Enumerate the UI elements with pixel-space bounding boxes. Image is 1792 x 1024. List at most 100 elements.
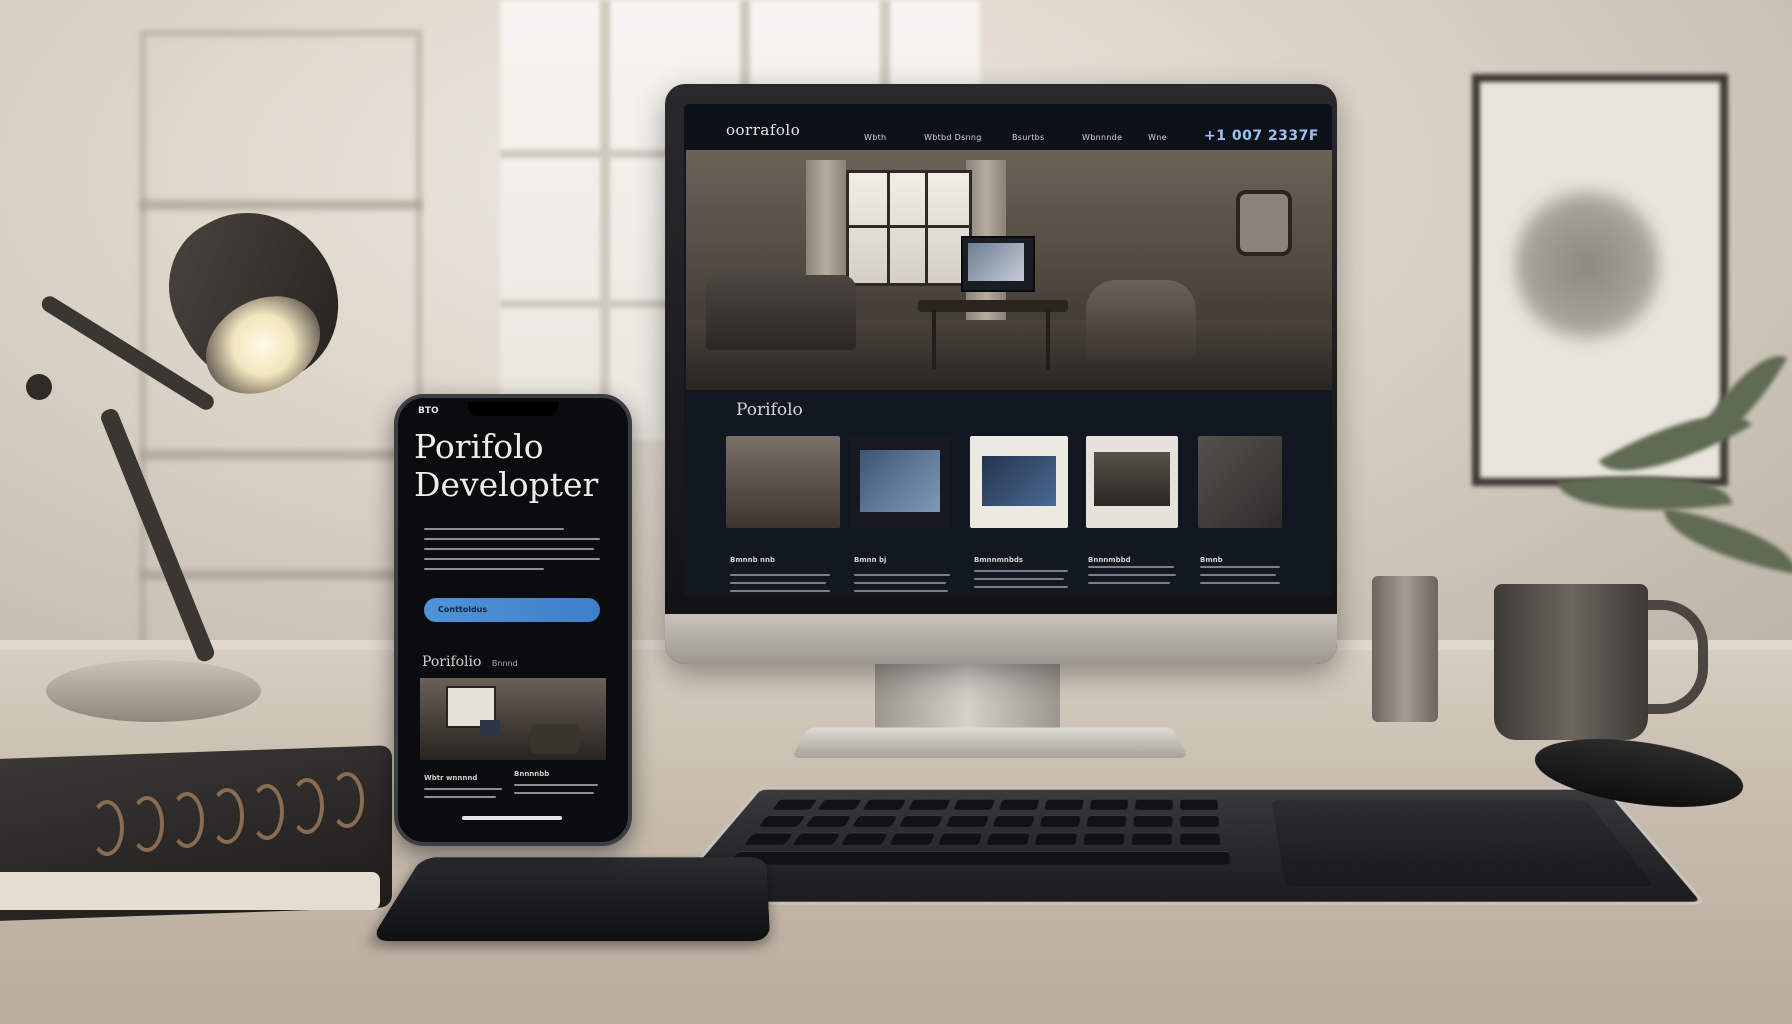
notebook-pages: [0, 872, 380, 910]
keyboard-key[interactable]: [1180, 815, 1220, 827]
thumb-screen: [860, 450, 940, 512]
keyboard-key[interactable]: [1089, 798, 1129, 810]
hero-mirror: [1236, 190, 1292, 256]
contact-button[interactable]: Conttoldus: [424, 598, 600, 622]
keyboard-key[interactable]: [840, 832, 888, 845]
lamp-base: [46, 660, 261, 722]
keyboard-key[interactable]: [937, 832, 983, 845]
phone-image-chair: [530, 724, 580, 754]
text-line: [514, 792, 594, 794]
website-nav-bar: oorrafolo Wbth Wbtbd Dsnng Bsurtbs Wbnnn…: [684, 104, 1332, 154]
text-line: [424, 788, 502, 790]
keyboard-key[interactable]: [992, 815, 1035, 827]
keyboard-key[interactable]: [1131, 832, 1173, 845]
text-line: [424, 568, 544, 570]
text-line: [1200, 582, 1280, 584]
nav-link[interactable]: Wne: [1148, 133, 1167, 142]
portfolio-thumb[interactable]: [850, 436, 950, 528]
keyboard-key[interactable]: [1083, 832, 1125, 845]
shelf-board: [140, 200, 422, 210]
text-line: [1088, 582, 1170, 584]
wall-art-image: [1512, 180, 1662, 350]
phone-status-time: BTO: [418, 406, 439, 416]
website-logo[interactable]: oorrafolo: [726, 121, 800, 139]
keyboard-key[interactable]: [758, 815, 806, 827]
keyboard-key[interactable]: [953, 798, 996, 810]
thumb-caption: Bmnb: [1200, 556, 1223, 564]
portfolio-thumb[interactable]: [1198, 436, 1282, 528]
nav-link[interactable]: Wbth: [864, 133, 886, 142]
text-line: [730, 574, 830, 576]
keyboard-key[interactable]: [945, 815, 990, 827]
phone-hero-title: Porifolo Developter: [414, 428, 624, 504]
text-line: [730, 582, 826, 584]
hero-sofa: [706, 275, 856, 350]
keyboard-key[interactable]: [772, 798, 818, 810]
nav-link[interactable]: Wbtbd Dsnng: [924, 133, 982, 142]
phone-portfolio-image[interactable]: [420, 678, 606, 760]
portfolio-thumb[interactable]: [726, 436, 840, 528]
text-line: [1200, 566, 1280, 568]
phone-image-laptop: [480, 720, 500, 736]
keyboard-key[interactable]: [1180, 798, 1218, 810]
monitor-chin: [665, 614, 1337, 664]
contact-button-label: Conttoldus: [438, 605, 488, 614]
thumb-screen: [1094, 452, 1170, 506]
nav-link[interactable]: Wbnnnde: [1082, 133, 1122, 142]
text-line: [854, 574, 950, 576]
keyboard-key[interactable]: [852, 815, 898, 827]
keyboard-key[interactable]: [817, 798, 863, 810]
phone-title-line: Developter: [414, 465, 599, 504]
keyboard-key[interactable]: [1044, 798, 1085, 810]
thumb-caption: Bmnnmnbds: [974, 556, 1024, 564]
pen-cup: [1372, 576, 1438, 722]
text-line: [1200, 574, 1276, 576]
spacebar-key[interactable]: [728, 851, 1231, 865]
keyboard-key[interactable]: [889, 832, 936, 845]
text-line: [854, 582, 946, 584]
notebook-ring: [330, 772, 364, 828]
thumb-caption: Bmnnb nnb: [730, 556, 776, 564]
keyboard-key[interactable]: [998, 798, 1040, 810]
keyboard-key[interactable]: [986, 832, 1031, 845]
text-line: [974, 578, 1064, 580]
notebook-ring: [290, 778, 324, 834]
hero-armchair: [1086, 280, 1196, 360]
keyboard-key[interactable]: [1134, 798, 1173, 810]
text-line: [1088, 566, 1174, 568]
keyboard-key[interactable]: [908, 798, 951, 810]
phone-title-line: Porifolo: [414, 427, 544, 466]
keyboard-key[interactable]: [805, 815, 852, 827]
monitor-screen: oorrafolo Wbth Wbtbd Dsnng Bsurtbs Wbnnn…: [684, 104, 1332, 596]
window-mullion: [887, 173, 890, 283]
table-leg: [932, 310, 936, 370]
text-line: [730, 590, 830, 592]
portfolio-thumb[interactable]: [1086, 436, 1178, 528]
notebook-ring: [130, 796, 164, 852]
phone-portfolio-label: Porifolio: [422, 654, 482, 670]
keyboard-key[interactable]: [1039, 815, 1081, 827]
text-line: [974, 570, 1068, 572]
notebook-ring: [210, 788, 244, 844]
keyboard-key[interactable]: [1034, 832, 1078, 845]
keyboard-key[interactable]: [792, 832, 841, 845]
phone-home-indicator: [462, 816, 562, 820]
keyboard-key[interactable]: [899, 815, 944, 827]
text-line: [424, 538, 600, 540]
trackpad[interactable]: [1271, 800, 1656, 887]
phone-caption: Wbtr wnnnnd: [424, 774, 478, 782]
keyboard-key[interactable]: [862, 798, 907, 810]
keyboard-key[interactable]: [1179, 832, 1221, 845]
nav-phone-number[interactable]: +1 007 2337F: [1204, 128, 1319, 144]
keyboard-key[interactable]: [1133, 815, 1173, 827]
keyboard-key[interactable]: [1086, 815, 1127, 827]
keyboard-key[interactable]: [744, 832, 794, 845]
text-line: [424, 796, 496, 798]
portfolio-thumb[interactable]: [970, 436, 1068, 528]
shelf-board: [140, 450, 422, 460]
keyboard[interactable]: [658, 787, 1708, 905]
phone-notch: [468, 402, 558, 416]
notebook-ring: [250, 784, 284, 840]
nav-link[interactable]: Bsurtbs: [1012, 133, 1045, 142]
hero-image: [686, 150, 1332, 390]
